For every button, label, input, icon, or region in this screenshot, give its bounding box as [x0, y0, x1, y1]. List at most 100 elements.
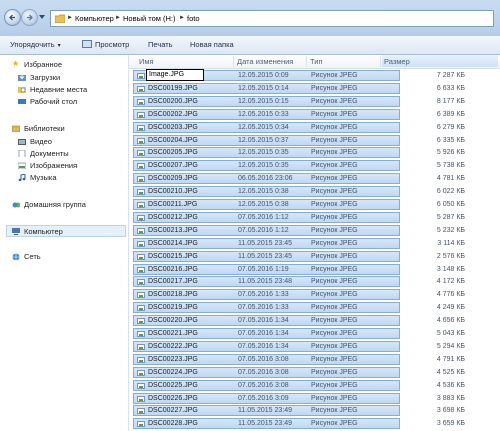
file-row[interactable]: DSC00215.JPG 11.05.2015 23:45 Рисунок JPEG…: [133, 250, 465, 262]
file-date: 12.05.2015 0:33: [238, 110, 289, 118]
rename-input[interactable]: Image.JPG: [146, 69, 204, 81]
address-field[interactable]: ► Компьютер ► Новый том (H:) ► foto: [50, 10, 494, 27]
file-row[interactable]: DSC00218.JPG 07.05.2016 1:33 Рисунок JPEG 4…: [133, 289, 465, 301]
column-divider[interactable]: [233, 56, 234, 67]
file-type: Рисунок JPEG: [311, 84, 358, 92]
nav-computer[interactable]: Компьютер: [6, 225, 126, 237]
file-row[interactable]: DSC00220.JPG 07.05.2016 1:34 Рисунок JPEG 4…: [133, 315, 465, 327]
forward-button[interactable]: [21, 9, 38, 26]
jpeg-file-icon: [137, 253, 145, 260]
file-row[interactable]: DSC00226.JPG 07.05.2016 3:09 Рисунок JPEG 3…: [133, 392, 465, 404]
file-size: 3 883 КБ: [436, 394, 465, 402]
file-row[interactable]: DSC00199.JPG 12.05.2015 0:14 Рисунок JPEG 6…: [133, 82, 465, 94]
file-row[interactable]: DSC00223.JPG 07.05.2016 3:08 Рисунок JPEG 4…: [133, 353, 465, 365]
file-name: DSC00212.JPG: [148, 213, 198, 221]
file-name: DSC00210.JPG: [148, 188, 198, 196]
file-type: Рисунок JPEG: [311, 355, 358, 363]
computer-icon: [12, 228, 20, 235]
file-date: 07.05.2016 3:08: [238, 381, 289, 389]
file-row[interactable]: DSC00204.JPG 12.05.2015 0:37 Рисунок JPEG 6…: [133, 134, 465, 146]
file-type: Рисунок JPEG: [311, 330, 358, 337]
file-size: 6 633 КБ: [436, 84, 465, 92]
file-row[interactable]: DSC00224.JPG 07.05.2016 3:08 Рисунок JPEG 4…: [133, 366, 465, 378]
column-type[interactable]: Тип: [310, 57, 323, 66]
column-divider[interactable]: [380, 56, 381, 67]
nav-label: Изображения: [30, 161, 78, 170]
file-row[interactable]: DSC00209.JPG 06.05.2016 23:06 Рисунок JPEG…: [133, 173, 465, 185]
preview-button[interactable]: Просмотр: [82, 40, 129, 49]
column-date[interactable]: Дата изменения: [237, 57, 293, 66]
column-divider[interactable]: [306, 56, 307, 67]
breadcrumb-separator[interactable]: ►: [67, 15, 73, 21]
file-row[interactable]: DSC00212.JPG 07.05.2016 1:12 Рисунок JPEG 5…: [133, 211, 465, 223]
breadcrumb-computer[interactable]: Компьютер: [75, 14, 114, 23]
file-row[interactable]: DSC00207.JPG 12.05.2015 0:35 Рисунок JPEG 5…: [133, 160, 465, 172]
file-row[interactable]: DSC00205.JPG 12.05.2015 0:35 Рисунок JPEG 5…: [133, 147, 465, 159]
file-date: 11.05.2015 23:48: [238, 278, 292, 286]
jpeg-file-icon: [137, 137, 145, 144]
file-row[interactable]: DSC00227.JPG 11.05.2015 23:49 Рисунок JPEG…: [133, 405, 465, 417]
recent-places-icon: [18, 87, 26, 93]
file-name: DSC00224.JPG: [148, 368, 198, 376]
file-size: 6 050 КБ: [436, 201, 465, 208]
jpeg-file-icon: [137, 189, 145, 196]
column-name[interactable]: Имя: [139, 57, 154, 66]
new-folder-button[interactable]: Новая папка: [190, 40, 234, 49]
recent-pages-dropdown-icon[interactable]: [39, 14, 45, 20]
file-row[interactable]: DSC00222.JPG 07.05.2016 1:34 Рисунок JPEG 5…: [133, 340, 465, 352]
nav-label: Компьютер: [24, 227, 63, 236]
file-name: DSC00207.JPG: [148, 162, 198, 170]
file-size: 4 776 КБ: [436, 291, 465, 299]
file-row[interactable]: Image.JPG 12.05.2015 0:09 Рисунок JPEG 7 28…: [133, 69, 465, 81]
file-row[interactable]: DSC00225.JPG 07.05.2016 3:08 Рисунок JPEG 4…: [133, 379, 465, 391]
file-name: DSC00203.JPG: [148, 123, 198, 131]
file-name: DSC00219.JPG: [148, 304, 198, 312]
file-name: DSC00215.JPG: [148, 252, 198, 260]
file-row[interactable]: DSC00217.JPG 11.05.2015 23:48 Рисунок JPEG…: [133, 276, 465, 288]
breadcrumb-drive[interactable]: Новый том (H:): [123, 14, 176, 23]
file-row[interactable]: DSC00202.JPG 12.05.2015 0:33 Рисунок JPEG 6…: [133, 108, 465, 120]
file-date: 07.05.2016 1:33: [238, 291, 289, 299]
file-row[interactable]: DSC00200.JPG 12.05.2015 0:15 Рисунок JPEG 8…: [133, 95, 465, 107]
file-date: 11.05.2015 23:45: [238, 252, 292, 260]
file-type: Рисунок JPEG: [311, 252, 358, 260]
file-type: Рисунок JPEG: [311, 265, 358, 273]
breadcrumb-separator[interactable]: ►: [179, 15, 185, 21]
file-date: 11.05.2015 23:49: [238, 420, 292, 428]
jpeg-file-icon: [137, 369, 145, 376]
file-row[interactable]: DSC00219.JPG 07.05.2016 1:33 Рисунок JPEG 4…: [133, 302, 465, 314]
file-size: 5 294 КБ: [436, 342, 465, 350]
file-date: 11.05.2015 23:49: [238, 407, 292, 415]
organize-button[interactable]: Упорядочить: [10, 40, 61, 49]
column-size[interactable]: Размер: [382, 55, 498, 67]
file-row[interactable]: DSC00214.JPG 11.05.2015 23:45 Рисунок JPEG…: [133, 237, 465, 249]
print-button[interactable]: Печать: [148, 40, 173, 49]
breadcrumb-separator[interactable]: ►: [115, 15, 121, 21]
breadcrumb-folder[interactable]: foto: [187, 14, 200, 23]
file-row[interactable]: DSC00213.JPG 07.05.2016 1:12 Рисунок JPEG 5…: [133, 224, 465, 236]
file-date: 07.05.2016 1:19: [238, 265, 289, 273]
file-type: Рисунок JPEG: [311, 123, 358, 131]
file-row[interactable]: DSC00203.JPG 12.05.2015 0:34 Рисунок JPEG 6…: [133, 121, 465, 133]
file-type: Рисунок JPEG: [311, 317, 358, 325]
file-date: 12.05.2015 0:14: [238, 84, 289, 92]
file-name: DSC00205.JPG: [148, 149, 198, 157]
file-row[interactable]: DSC00211.JPG 12.05.2015 0:38 Рисунок JPEG 6…: [133, 199, 465, 210]
file-date: 07.05.2016 1:34: [238, 342, 289, 350]
file-type: Рисунок JPEG: [311, 342, 358, 350]
jpeg-file-icon: [137, 227, 145, 234]
file-row[interactable]: DSC00221.JPG 07.05.2016 1:34 Рисунок JPEG 5…: [133, 328, 465, 339]
file-date: 12.05.2015 0:09: [238, 72, 289, 79]
file-date: 07.05.2016 3:08: [238, 368, 289, 376]
back-button[interactable]: [4, 9, 21, 26]
file-row[interactable]: DSC00228.JPG 11.05.2015 23:49 Рисунок JPEG…: [133, 418, 465, 430]
file-row[interactable]: DSC00216.JPG 07.05.2016 1:19 Рисунок JPEG 3…: [133, 263, 465, 275]
file-row[interactable]: DSC00210.JPG 12.05.2015 0:38 Рисунок JPEG 6…: [133, 186, 465, 198]
file-type: Рисунок JPEG: [311, 407, 358, 415]
file-name: DSC00228.JPG: [148, 420, 198, 428]
file-date: 12.05.2015 0:37: [238, 136, 289, 144]
jpeg-file-icon: [137, 279, 145, 286]
file-name: DSC00209.JPG: [148, 175, 198, 183]
nav-label: Рабочий стол: [30, 97, 78, 106]
file-name: DSC00213.JPG: [148, 226, 198, 234]
